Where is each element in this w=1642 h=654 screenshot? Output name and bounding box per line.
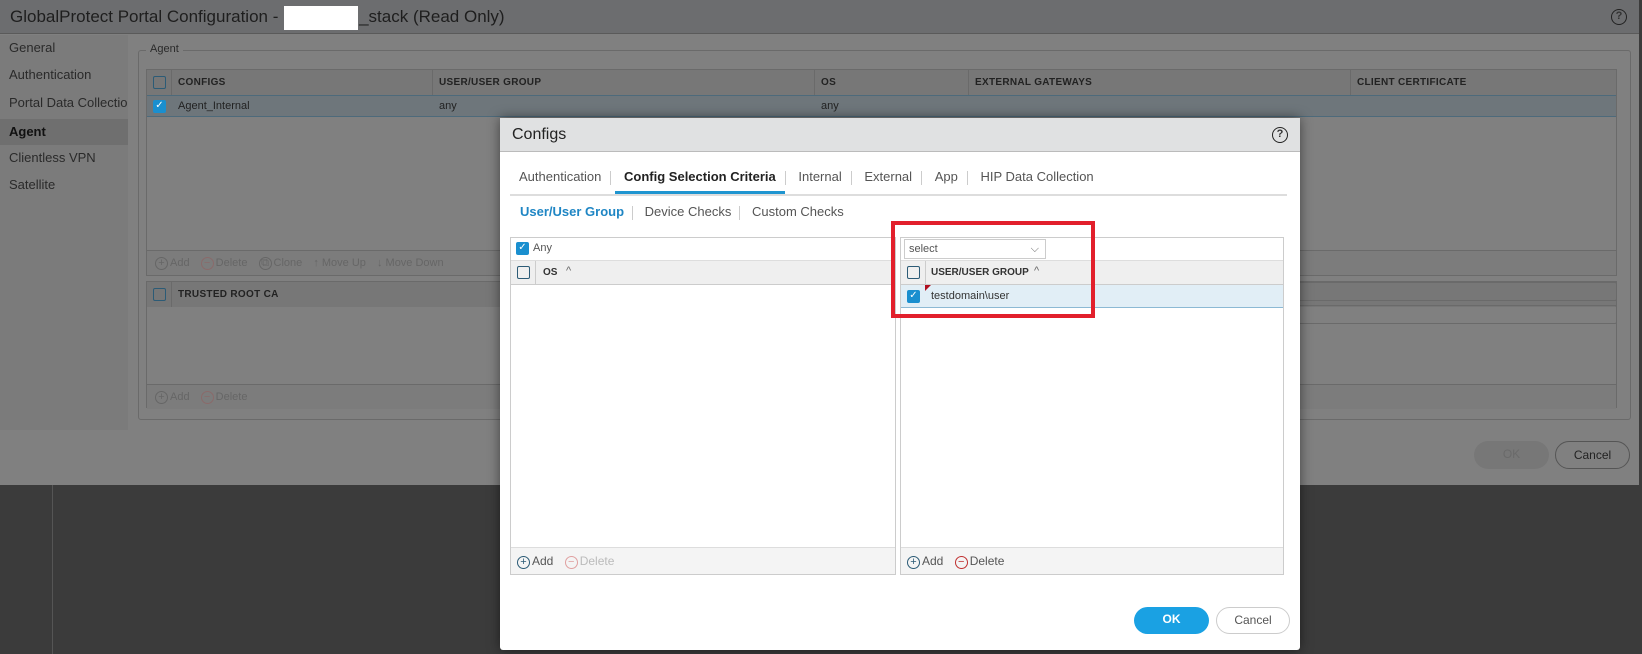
os-header: OS ^ (511, 260, 895, 285)
cell-os: any (821, 100, 839, 112)
ok-button[interactable]: OK (1134, 607, 1209, 634)
plus-icon: + (155, 257, 168, 270)
nav-agent[interactable]: Agent (0, 119, 128, 145)
arrow-up-icon: ↑ (313, 257, 322, 269)
any-label: Any (533, 242, 552, 254)
tab-bar: Authentication Config Selection Criteria… (510, 164, 1287, 196)
dialog-title: Configs (500, 118, 1300, 152)
cell-user-group: any (439, 100, 457, 112)
minus-icon: − (200, 391, 214, 404)
any-checkbox[interactable]: ✓ (516, 242, 529, 255)
table-row[interactable]: ✓ Agent_Internal any any (147, 95, 1616, 117)
delete-button[interactable]: − Delete (954, 548, 1004, 575)
add-button[interactable]: + Add (155, 385, 190, 410)
tab-authentication[interactable]: Authentication (510, 164, 610, 194)
help-icon[interactable]: ? (1272, 127, 1288, 143)
field-box (1250, 282, 1617, 301)
os-panel: ✓ Any OS ^ + Add − Delete (510, 237, 896, 575)
outer-cancel-button[interactable]: Cancel (1555, 441, 1630, 469)
clone-icon: ⧉ (258, 257, 272, 270)
background-divider (52, 485, 53, 654)
col-user-group[interactable]: USER/USER GROUP (433, 70, 815, 95)
clone-button[interactable]: ⧉ Clone (258, 251, 302, 276)
plus-icon: + (907, 556, 920, 569)
select-all-checkbox[interactable] (517, 266, 530, 279)
delete-button[interactable]: − Delete (200, 385, 247, 410)
highlight-box (891, 221, 1095, 318)
subtab-user-group[interactable]: User/User Group (512, 204, 632, 219)
add-button[interactable]: + Add (517, 548, 553, 575)
tab-hip-data-collection[interactable]: HIP Data Collection (971, 164, 1102, 194)
col-os[interactable]: OS (815, 70, 969, 95)
os-toolbar: + Add − Delete (511, 547, 895, 574)
user-group-toolbar: + Add − Delete (901, 547, 1283, 574)
agent-legend: Agent (146, 43, 183, 55)
plus-icon: + (155, 391, 168, 404)
tab-app[interactable]: App (926, 164, 967, 194)
delete-button[interactable]: − Delete (564, 548, 614, 575)
sort-asc-icon: ^ (566, 265, 572, 277)
add-button[interactable]: + Add (155, 251, 190, 276)
minus-icon: − (564, 556, 578, 569)
delete-button[interactable]: − Delete (200, 251, 247, 276)
sidebar: General Authentication Portal Data Colle… (0, 35, 128, 430)
plus-icon: + (517, 556, 530, 569)
tab-external[interactable]: External (855, 164, 921, 194)
move-down-button[interactable]: ↓ Move Down (377, 251, 444, 276)
col-configs[interactable]: CONFIGS (172, 70, 433, 95)
select-all-checkbox[interactable] (153, 76, 166, 89)
nav-clientless-vpn[interactable]: Clientless VPN (0, 145, 128, 171)
move-up-button[interactable]: ↑ Move Up (313, 251, 366, 276)
window-title: GlobalProtect Portal Configuration - _st… (0, 0, 1639, 34)
add-button[interactable]: + Add (907, 548, 943, 575)
nav-authentication[interactable]: Authentication (0, 62, 128, 88)
cell-config[interactable]: Agent_Internal (172, 96, 250, 117)
col-external-gateways[interactable]: EXTERNAL GATEWAYS (969, 70, 1351, 95)
nav-satellite[interactable]: Satellite (0, 172, 128, 198)
arrow-down-icon: ↓ (376, 257, 386, 269)
select-all-checkbox[interactable] (153, 288, 166, 301)
subtab-device-checks[interactable]: Device Checks (637, 204, 740, 219)
minus-icon: − (200, 257, 214, 270)
nav-portal-data-collection[interactable]: Portal Data Collectio (0, 90, 128, 116)
cancel-button[interactable]: Cancel (1216, 607, 1290, 634)
select-all-header (147, 282, 172, 307)
tab-internal[interactable]: Internal (789, 164, 850, 194)
field-box (1250, 305, 1617, 324)
redacted-block (284, 5, 359, 30)
col-os[interactable]: OS (543, 267, 557, 278)
subtab-custom-checks[interactable]: Custom Checks (744, 204, 852, 219)
help-icon[interactable]: ? (1611, 9, 1627, 25)
row-checkbox[interactable]: ✓ (153, 100, 166, 113)
outer-ok-button[interactable]: OK (1474, 441, 1549, 469)
tab-config-selection-criteria[interactable]: Config Selection Criteria (615, 164, 785, 194)
subtab-bar: User/User Group Device Checks Custom Che… (512, 204, 852, 220)
select-all-header (147, 70, 172, 95)
minus-icon: − (954, 556, 968, 569)
nav-general[interactable]: General (0, 35, 128, 61)
col-client-certificate[interactable]: CLIENT CERTIFICATE (1351, 70, 1616, 95)
